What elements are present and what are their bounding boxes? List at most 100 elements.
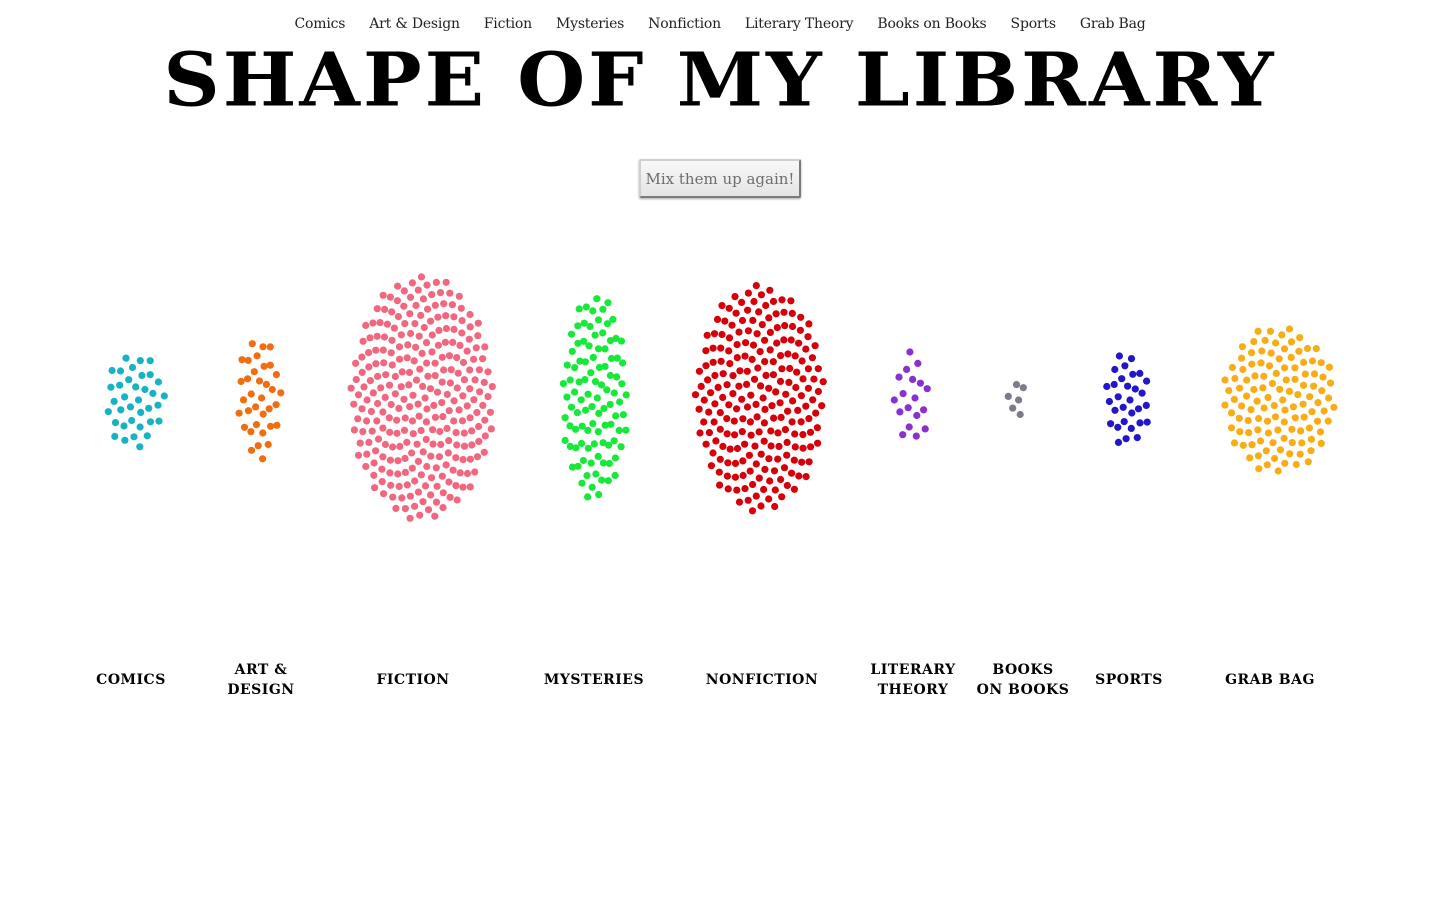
book-dot[interactable] bbox=[783, 438, 791, 446]
book-dot[interactable] bbox=[1300, 358, 1308, 366]
book-dot[interactable] bbox=[397, 331, 405, 339]
book-dot[interactable] bbox=[459, 392, 467, 400]
book-dot[interactable] bbox=[1307, 447, 1315, 455]
book-dot[interactable] bbox=[563, 361, 571, 369]
book-dot[interactable] bbox=[1292, 460, 1300, 469]
book-dot[interactable] bbox=[1255, 414, 1263, 423]
book-dot[interactable] bbox=[603, 386, 611, 394]
book-dot[interactable] bbox=[711, 371, 719, 380]
book-dot[interactable] bbox=[368, 427, 376, 435]
book-dot[interactable] bbox=[442, 312, 450, 320]
book-dot[interactable] bbox=[350, 400, 358, 408]
book-dot[interactable] bbox=[453, 354, 461, 362]
book-dot[interactable] bbox=[577, 396, 585, 404]
book-dot[interactable] bbox=[390, 324, 398, 332]
book-dot[interactable] bbox=[1012, 381, 1021, 389]
book-dot[interactable] bbox=[804, 384, 813, 392]
book-dot[interactable] bbox=[791, 430, 799, 438]
book-dot[interactable] bbox=[380, 359, 388, 367]
book-dot[interactable] bbox=[479, 401, 487, 409]
book-dot[interactable] bbox=[788, 309, 796, 317]
book-dot[interactable] bbox=[128, 416, 136, 425]
book-dot[interactable] bbox=[766, 346, 774, 354]
book-dot[interactable] bbox=[895, 373, 903, 381]
book-dot[interactable] bbox=[1298, 439, 1306, 447]
book-dot[interactable] bbox=[146, 357, 154, 365]
book-dot[interactable] bbox=[1279, 396, 1287, 404]
book-dot[interactable] bbox=[691, 391, 700, 399]
book-dot[interactable] bbox=[571, 388, 579, 396]
book-dot[interactable] bbox=[394, 457, 402, 465]
book-dot[interactable] bbox=[703, 331, 711, 339]
book-dot[interactable] bbox=[783, 481, 791, 490]
book-dot[interactable] bbox=[121, 393, 129, 401]
book-dot[interactable] bbox=[363, 396, 371, 404]
book-dot[interactable] bbox=[253, 352, 261, 360]
book-dot[interactable] bbox=[805, 320, 813, 328]
book-dot[interactable] bbox=[1238, 354, 1246, 362]
book-dot[interactable] bbox=[788, 322, 797, 331]
book-dot[interactable] bbox=[412, 343, 420, 351]
book-dot[interactable] bbox=[430, 401, 438, 409]
book-dot[interactable] bbox=[487, 425, 495, 433]
book-dot[interactable] bbox=[715, 468, 723, 476]
book-dot[interactable] bbox=[724, 485, 732, 493]
book-dot[interactable] bbox=[1250, 385, 1258, 394]
book-dot[interactable] bbox=[252, 403, 260, 411]
book-dot[interactable] bbox=[452, 429, 460, 437]
book-dot[interactable] bbox=[765, 384, 773, 392]
book-dot[interactable] bbox=[380, 490, 388, 498]
book-dot[interactable] bbox=[470, 396, 478, 404]
book-dot[interactable] bbox=[408, 449, 416, 457]
book-dot[interactable] bbox=[484, 393, 492, 401]
book-dot[interactable] bbox=[757, 382, 765, 390]
book-dot[interactable] bbox=[393, 297, 401, 305]
book-dot[interactable] bbox=[578, 479, 586, 487]
book-dot[interactable] bbox=[376, 319, 384, 327]
book-dot[interactable] bbox=[238, 356, 246, 364]
book-dot[interactable] bbox=[426, 385, 435, 393]
book-dot[interactable] bbox=[450, 397, 458, 405]
book-dot[interactable] bbox=[726, 360, 734, 368]
book-dot[interactable] bbox=[104, 408, 112, 416]
book-dot[interactable] bbox=[1263, 417, 1272, 425]
book-dot[interactable] bbox=[111, 419, 120, 427]
book-dot[interactable] bbox=[793, 368, 801, 376]
book-dot[interactable] bbox=[733, 444, 742, 453]
book-dot[interactable] bbox=[1301, 370, 1309, 378]
book-dot[interactable] bbox=[473, 408, 481, 417]
book-dot[interactable] bbox=[709, 344, 717, 352]
book-dot[interactable] bbox=[1118, 375, 1126, 383]
book-dot[interactable] bbox=[432, 278, 440, 286]
book-dot[interactable] bbox=[1289, 403, 1297, 411]
book-dot[interactable] bbox=[610, 437, 618, 445]
book-dot[interactable] bbox=[379, 346, 387, 354]
book-dot[interactable] bbox=[782, 390, 790, 398]
book-dot[interactable] bbox=[1230, 439, 1239, 447]
book-dot[interactable] bbox=[137, 408, 145, 416]
book-dot[interactable] bbox=[1260, 372, 1268, 380]
book-dot[interactable] bbox=[404, 341, 412, 349]
book-dot[interactable] bbox=[394, 470, 402, 478]
book-dot[interactable] bbox=[610, 389, 618, 397]
book-dot[interactable] bbox=[771, 486, 779, 494]
book-dot[interactable] bbox=[772, 310, 780, 318]
book-dot[interactable] bbox=[741, 352, 749, 360]
book-dot[interactable] bbox=[401, 320, 409, 328]
book-dot[interactable] bbox=[1227, 424, 1236, 432]
book-dot[interactable] bbox=[606, 371, 615, 380]
book-dot[interactable] bbox=[613, 354, 621, 362]
book-dot[interactable] bbox=[459, 456, 467, 464]
book-dot[interactable] bbox=[611, 454, 620, 462]
book-dot[interactable] bbox=[1245, 429, 1253, 437]
book-dot[interactable] bbox=[1287, 338, 1296, 346]
book-dot[interactable] bbox=[266, 343, 274, 351]
book-dot[interactable] bbox=[1128, 409, 1136, 417]
book-dot[interactable] bbox=[788, 418, 796, 426]
book-dot[interactable] bbox=[717, 357, 725, 365]
book-dot[interactable] bbox=[247, 390, 255, 398]
book-dot[interactable] bbox=[714, 383, 722, 391]
book-dot[interactable] bbox=[450, 417, 458, 425]
book-dot[interactable] bbox=[389, 493, 397, 501]
book-dot[interactable] bbox=[760, 437, 768, 445]
